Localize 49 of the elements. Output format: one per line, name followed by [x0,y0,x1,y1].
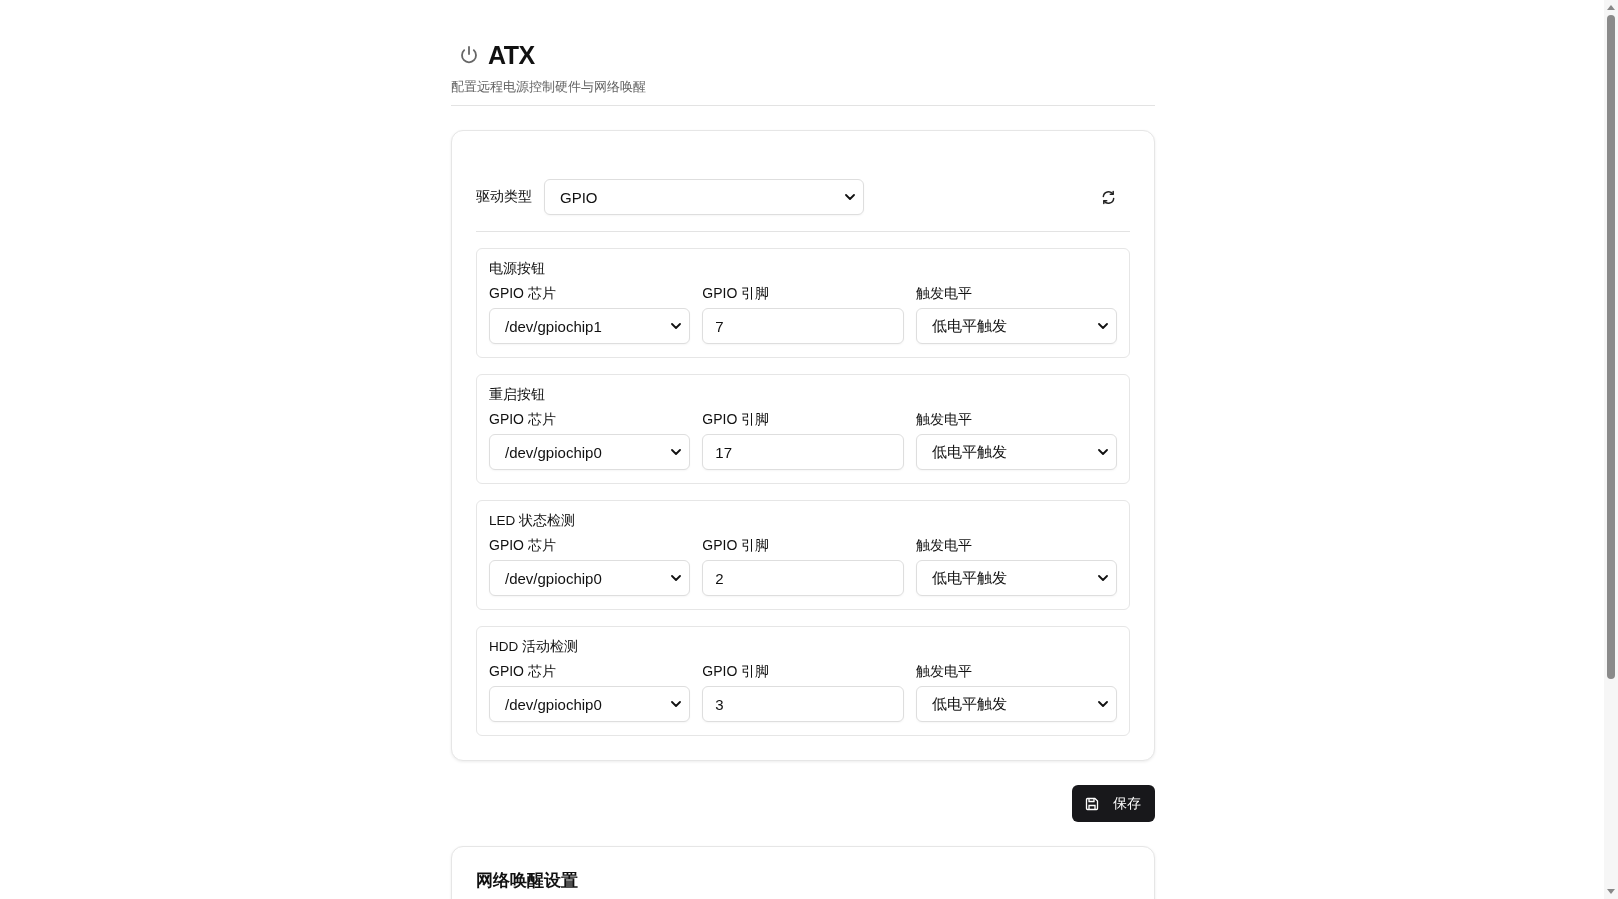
dropdown[interactable]: 低电平触发 [915,686,1117,722]
field-label: GPIO 引脚 [702,536,771,554]
chevron-down-icon [671,449,682,455]
field-label: GPIO 引脚 [702,284,771,302]
save-button[interactable]: 保存 [1072,785,1155,822]
input-field[interactable]: 17 [702,434,904,470]
chevron-down-icon [845,194,855,200]
field-label: GPIO 引脚 [702,410,771,428]
dropdown[interactable]: 低电平触发 [915,560,1117,596]
field-label: GPIO 芯片 [489,284,557,302]
group-title: LED 状态检测 [489,512,576,530]
field-label: GPIO 芯片 [489,536,557,554]
scrollbar[interactable] [1604,0,1618,899]
chevron-down-icon [671,701,682,707]
dropdown[interactable]: 低电平触发 [915,308,1117,344]
field-label: GPIO 芯片 [489,410,557,428]
power-icon [459,45,479,65]
page-title: ATX [488,40,535,71]
dropdown[interactable]: /dev/gpiochip1 [489,308,691,344]
chevron-down-icon [1098,575,1108,581]
input-field[interactable]: 3 [702,686,904,722]
field-label: GPIO 引脚 [702,662,771,680]
scrollbar-thumb[interactable] [1607,15,1615,679]
field-label: 驱动类型 [476,188,532,206]
chevron-down-icon [1098,701,1108,707]
field-label: 触发电平 [915,284,973,302]
field-label: GPIO 芯片 [489,662,557,680]
input-field[interactable]: 7 [702,308,904,344]
dropdown[interactable]: /dev/gpiochip0 [489,686,691,722]
chevron-down-icon [671,575,682,581]
group-title: 电源按钮 [489,260,546,278]
field-label: 触发电平 [915,662,973,680]
input-field[interactable]: 2 [702,560,904,596]
group-title: HDD 活动检测 [489,638,579,656]
scroll-down-icon[interactable] [1607,889,1615,894]
refresh-icon [1101,189,1116,205]
field-label: 触发电平 [915,410,973,428]
chevron-down-icon [1098,449,1108,455]
dropdown[interactable]: GPIO [544,179,864,215]
scroll-up-icon[interactable] [1607,5,1615,10]
card-title: 网络唤醒设置 [476,870,579,892]
dropdown[interactable]: 低电平触发 [915,434,1117,470]
group-title: 重启按钮 [489,386,546,404]
chevron-down-icon [1098,323,1108,329]
dropdown[interactable]: /dev/gpiochip0 [489,434,691,470]
chevron-down-icon [671,323,682,329]
page-subtitle: 配置远程电源控制硬件与网络唤醒 [451,78,647,96]
field-label: 触发电平 [915,536,973,554]
dropdown[interactable]: /dev/gpiochip0 [489,560,691,596]
